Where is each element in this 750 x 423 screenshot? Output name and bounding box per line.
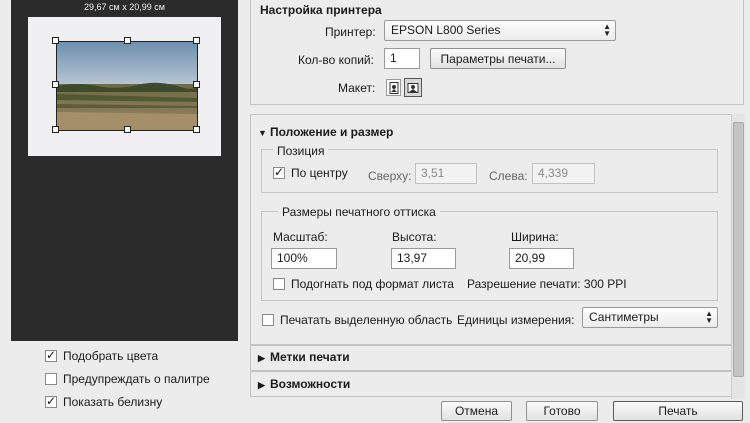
photo-preview[interactable] bbox=[56, 41, 198, 131]
center-label: По центру bbox=[291, 166, 348, 180]
left-input[interactable]: 4,339 bbox=[532, 163, 595, 184]
resize-handle[interactable] bbox=[193, 126, 200, 133]
print-selection-checkbox[interactable] bbox=[262, 314, 274, 326]
resize-handle[interactable] bbox=[52, 37, 59, 44]
height-label: Высота: bbox=[392, 230, 437, 244]
layout-label: Макет: bbox=[338, 81, 376, 95]
print-selection-label: Печатать выделенную область bbox=[280, 313, 453, 327]
units-label: Единицы измерения: bbox=[457, 313, 575, 327]
panel-scrollbar[interactable] bbox=[731, 114, 745, 399]
print-resolution-text: Разрешение печати: 300 PPI bbox=[467, 277, 627, 291]
expanded-triangle-icon: ▼ bbox=[258, 128, 267, 138]
print-marks-title: Метки печати bbox=[270, 350, 350, 364]
left-label: Слева: bbox=[489, 169, 528, 183]
cancel-button[interactable]: Отмена bbox=[441, 401, 512, 421]
paper-size-label: 29,67 см x 20,99 см bbox=[84, 2, 165, 12]
collapsed-triangle-icon: ▶ bbox=[258, 353, 265, 363]
resize-handle[interactable] bbox=[52, 126, 59, 133]
height-input[interactable]: 13,97 bbox=[391, 248, 456, 269]
fit-media-checkbox[interactable] bbox=[273, 278, 285, 290]
printer-label: Принтер: bbox=[325, 25, 376, 39]
portrait-layout-icon[interactable] bbox=[386, 79, 401, 96]
collapsed-triangle-icon: ▶ bbox=[258, 380, 265, 390]
top-label: Сверху: bbox=[368, 169, 412, 183]
done-button[interactable]: Готово bbox=[526, 401, 598, 421]
functions-title: Возможности bbox=[270, 377, 351, 391]
paper-sheet bbox=[28, 17, 221, 156]
show-paper-white-option[interactable]: Показать белизну bbox=[45, 394, 163, 409]
printer-select[interactable]: EPSON L800 Series ▲ ▼ bbox=[384, 20, 616, 41]
resize-handle[interactable] bbox=[124, 37, 131, 44]
units-select[interactable]: Сантиметры ▲ ▼ bbox=[582, 307, 718, 328]
scale-label: Масштаб: bbox=[273, 230, 328, 244]
match-colors-option[interactable]: Подобрать цвета bbox=[45, 348, 159, 363]
width-input[interactable]: 20,99 bbox=[509, 248, 574, 269]
position-size-title: Положение и размер bbox=[270, 125, 394, 139]
gamut-warning-checkbox[interactable] bbox=[45, 373, 57, 385]
width-label: Ширина: bbox=[511, 230, 559, 244]
updown-arrows-icon: ▲ ▼ bbox=[603, 22, 611, 38]
printer-setup-title: Настройка принтера bbox=[260, 3, 382, 17]
units-value: Сантиметры bbox=[589, 310, 659, 324]
updown-arrows-icon: ▲ ▼ bbox=[705, 309, 713, 325]
resize-handle[interactable] bbox=[124, 126, 131, 133]
resize-handle[interactable] bbox=[193, 81, 200, 88]
resize-handle[interactable] bbox=[193, 37, 200, 44]
position-size-header[interactable]: ▼ Положение и размер bbox=[258, 125, 393, 139]
print-selection-option[interactable]: Печатать выделенную область bbox=[262, 313, 452, 327]
copies-label: Кол-во копий: bbox=[298, 53, 374, 67]
center-checkbox[interactable] bbox=[273, 165, 285, 179]
landscape-layout-icon[interactable] bbox=[404, 78, 422, 97]
show-paper-white-checkbox[interactable] bbox=[45, 394, 57, 408]
print-preview: 29,67 см x 20,99 см bbox=[11, 0, 238, 341]
print-button[interactable]: Печать bbox=[613, 401, 743, 421]
printer-setup-section: Настройка принтера Принтер: EPSON L800 S… bbox=[250, 0, 744, 105]
resize-handle[interactable] bbox=[52, 81, 59, 88]
gamut-warning-label: Предупреждать о палитре bbox=[63, 372, 210, 386]
print-settings-button[interactable]: Параметры печати... bbox=[430, 48, 566, 69]
show-paper-white-label: Показать белизну bbox=[63, 395, 163, 409]
print-marks-section[interactable]: ▶ Метки печати bbox=[250, 345, 732, 371]
center-option[interactable]: По центру bbox=[273, 165, 348, 180]
print-size-legend: Размеры печатного оттиска bbox=[278, 205, 440, 219]
gamut-warning-option[interactable]: Предупреждать о палитре bbox=[45, 372, 210, 386]
scrollbar-thumb[interactable] bbox=[733, 122, 744, 377]
match-colors-checkbox[interactable] bbox=[45, 348, 57, 362]
position-legend: Позиция bbox=[273, 144, 329, 158]
scale-input[interactable]: 100% bbox=[271, 248, 337, 269]
position-size-section: ▼Положение и размер Позиция По центру Св… bbox=[250, 114, 732, 345]
fit-media-label: Подогнать под формат листа bbox=[291, 277, 454, 291]
functions-section[interactable]: ▶ Возможности bbox=[250, 371, 732, 397]
printer-value: EPSON L800 Series bbox=[391, 23, 501, 37]
top-input[interactable]: 3,51 bbox=[415, 163, 477, 184]
copies-input[interactable]: 1 bbox=[384, 48, 420, 69]
landscape-image bbox=[57, 42, 197, 130]
fit-media-option[interactable]: Подогнать под формат листа bbox=[273, 277, 454, 291]
match-colors-label: Подобрать цвета bbox=[63, 349, 159, 363]
preview-panel: 29,67 см x 20,99 см ✓ Подобрать цвета Пр… bbox=[0, 0, 242, 423]
